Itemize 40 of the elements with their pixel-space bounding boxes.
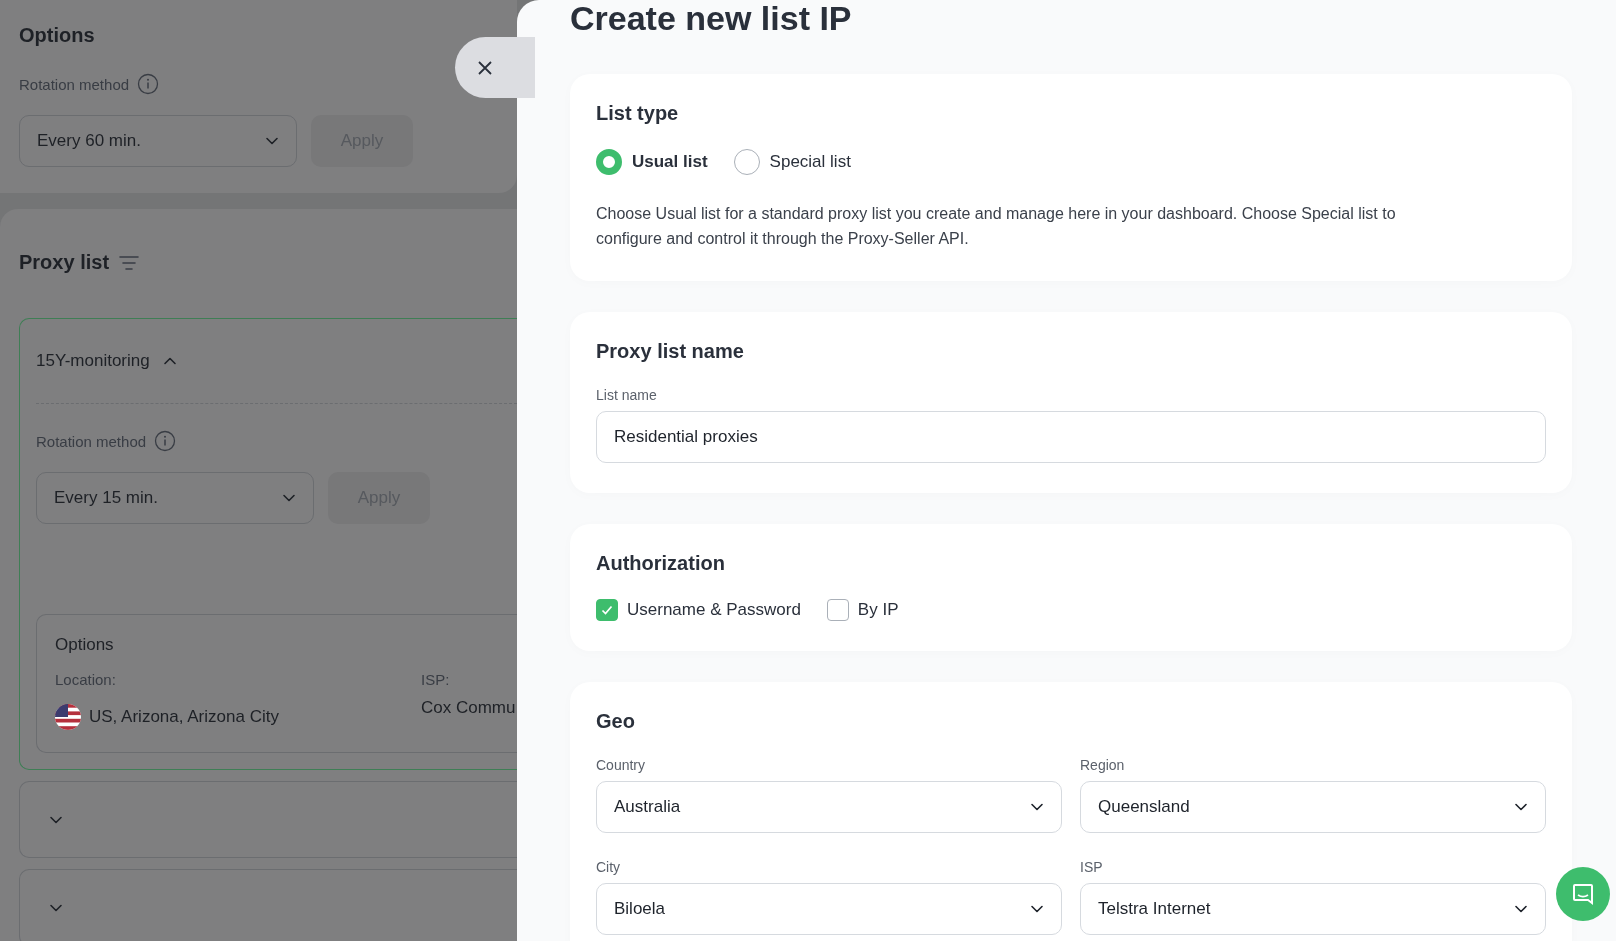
radio-option[interactable]: Usual list [596,149,708,175]
radio-option[interactable]: Special list [733,149,851,175]
field-label: Region [1080,757,1126,773]
select-field[interactable]: Queensland [1080,781,1546,833]
filter-icon[interactable] [119,254,140,271]
isp-text: Cox Commu [421,698,517,719]
field-label: ISP: [421,671,451,688]
card-title: List type [596,102,680,125]
field-label: List name [596,387,658,403]
location-text: US, Arizona, Arizona City [89,707,279,727]
info-icon[interactable] [137,73,160,95]
select-field[interactable]: Telstra Internet [1080,883,1546,935]
field-label: Country [596,757,647,773]
field-label: Rotation method [19,75,130,93]
field-label: Location: [55,671,117,688]
select-field[interactable]: Biloela [596,883,1062,935]
list-name-input[interactable]: Residential proxies [596,411,1546,463]
field-label: Rotation method [36,432,147,450]
checkbox-option[interactable]: By IP [826,599,899,621]
close-icon [477,59,493,76]
select-field[interactable]: Australia [596,781,1062,833]
description-text: Choose Usual list for a standard proxy list you create and manage here in your dashboard. Choose Special list to configure and control it through the Proxy-Seller API. [596,204,1396,249]
rotation-select[interactable]: Every 15 min. [36,472,314,524]
chat-icon [1571,882,1595,906]
card-title: Authorization [596,552,726,575]
box-title: Options [55,635,115,655]
modal-title: Create new list IP [570,0,853,36]
field-label: ISP [1080,859,1104,875]
rotation-select[interactable]: Every 60 min. [19,115,297,167]
field-label: City [596,859,622,875]
info-icon[interactable] [154,430,177,452]
section-title: Proxy list [19,251,110,274]
card-title: Proxy list name [596,340,745,363]
section-title: Options [19,24,96,47]
group-name: 15Y-monitoring [36,351,150,371]
card-title: Geo [596,710,636,733]
flag-icon [55,704,81,730]
checkbox-option[interactable]: Username & Password [596,599,801,621]
close-button[interactable] [455,37,535,98]
proxy-group[interactable] [19,781,517,858]
